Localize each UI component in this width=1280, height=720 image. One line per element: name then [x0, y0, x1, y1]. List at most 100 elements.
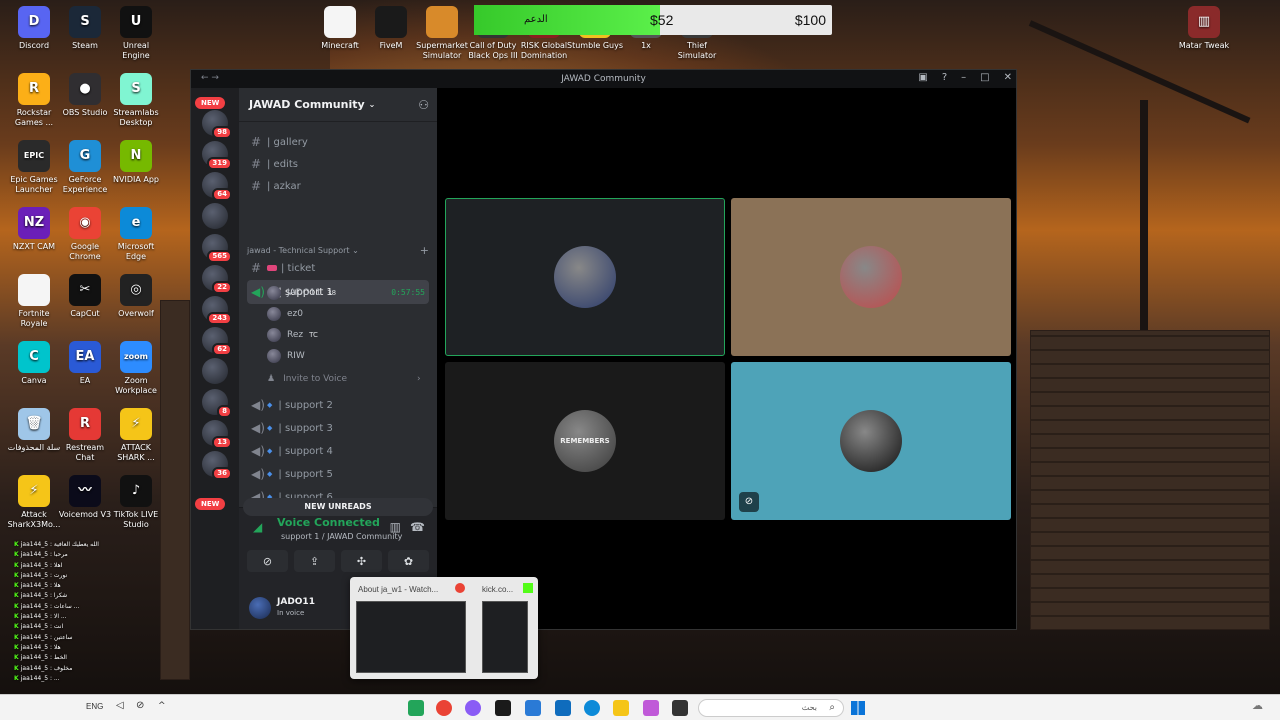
- desktop-game-icon[interactable]: Minecraft: [312, 6, 368, 51]
- desktop-icon[interactable]: ◎ Overwolf: [108, 274, 164, 319]
- tile-3[interactable]: REMEMBERS: [445, 362, 725, 520]
- server-icon[interactable]: 98: [202, 110, 232, 139]
- channel-item[interactable]: # | edits: [247, 154, 429, 174]
- desktop-icon[interactable]: ⚡ Attack SharkX3Mo...: [6, 475, 62, 530]
- discord-taskbar-icon[interactable]: [408, 700, 424, 716]
- server-icon[interactable]: 22: [202, 265, 232, 294]
- new-pill-bottom[interactable]: NEW: [195, 498, 226, 510]
- desktop-icon[interactable]: e Microsoft Edge: [108, 207, 164, 262]
- guild-header[interactable]: JAWAD Community ⌄ ⚇: [239, 88, 437, 122]
- desktop-icon[interactable]: G GeForce Experience: [57, 140, 113, 195]
- new-pill-top[interactable]: NEW: [195, 97, 226, 109]
- voice-user[interactable]: JADO11 38: [267, 284, 336, 302]
- start-button[interactable]: [851, 701, 865, 715]
- disconnect-icon[interactable]: ☎: [410, 520, 425, 534]
- desktop-icon[interactable]: R Restream Chat: [57, 408, 113, 463]
- channel-item[interactable]: # | azkar: [247, 176, 429, 196]
- copilot-taskbar-icon[interactable]: [643, 700, 659, 716]
- desktop-icon-matar-tweak[interactable]: ▥ Matar Tweak: [1176, 6, 1232, 51]
- chrome-taskbar-icon[interactable]: [436, 700, 452, 716]
- invite-people-icon[interactable]: ⚇: [418, 98, 429, 112]
- preview-tab-2-title[interactable]: kick.co...: [482, 585, 513, 594]
- desktop-icon[interactable]: zoom Zoom Workplace: [108, 341, 164, 396]
- explorer-taskbar-icon[interactable]: [613, 700, 629, 716]
- app-icon: G: [69, 140, 101, 172]
- close-button[interactable]: ✕: [1004, 72, 1012, 83]
- minimize-button[interactable]: –: [961, 72, 966, 83]
- noise-suppression-icon[interactable]: ▥: [390, 520, 401, 534]
- soundboard-button[interactable]: ✿: [388, 550, 429, 572]
- channel-item[interactable]: # | gallery: [247, 132, 429, 152]
- desktop-icon[interactable]: ◉ Google Chrome: [57, 207, 113, 262]
- desktop-icon[interactable]: D Discord: [6, 6, 62, 51]
- fivem-taskbar-icon[interactable]: [495, 700, 511, 716]
- desktop-icon[interactable]: C Canva: [6, 341, 62, 386]
- search-box[interactable]: بحث ⌕: [698, 699, 844, 717]
- screen-share-button[interactable]: ⇪: [294, 550, 335, 572]
- preview-tab-1-title[interactable]: About ja_w1 - Watch...: [358, 585, 438, 594]
- inbox-icon[interactable]: ▣: [918, 72, 927, 83]
- network-icon[interactable]: ⊘: [136, 700, 144, 711]
- add-channel-icon[interactable]: +: [420, 244, 429, 257]
- server-icon[interactable]: [202, 203, 228, 229]
- server-icon[interactable]: [202, 358, 228, 384]
- server-icon[interactable]: 319: [202, 141, 232, 170]
- desktop-icon[interactable]: EPIC Epic Games Launcher: [6, 140, 62, 195]
- desktop-icon[interactable]: U Unreal Engine: [108, 6, 164, 61]
- desktop-icon[interactable]: R Rockstar Games ...: [6, 73, 62, 128]
- speaker-icon[interactable]: ◁: [116, 700, 124, 711]
- voice-channel-item[interactable]: ◀) ◆ | support 5: [247, 464, 429, 484]
- server-icon[interactable]: 36: [202, 451, 232, 480]
- server-icon[interactable]: 64: [202, 172, 232, 201]
- voice-channel-item[interactable]: ◀) ◆ | support 3: [247, 418, 429, 438]
- server-icon[interactable]: 13: [202, 420, 232, 449]
- voice-user[interactable]: Rez TC: [267, 326, 318, 344]
- voice-channel-item[interactable]: ◀) ◆ | support 2: [247, 395, 429, 415]
- desktop-icon[interactable]: 🗑 سلة المحذوفات: [6, 408, 62, 453]
- desktop-icon[interactable]: Fortnite Royale: [6, 274, 62, 329]
- avatar[interactable]: [249, 597, 271, 619]
- app-taskbar-icon[interactable]: [465, 700, 481, 716]
- server-icon[interactable]: 565: [202, 234, 232, 263]
- tile-2[interactable]: [731, 198, 1011, 356]
- desktop-icon[interactable]: EA EA: [57, 341, 113, 386]
- tile-4[interactable]: ⊘: [731, 362, 1011, 520]
- desktop-icon[interactable]: ✂ CapCut: [57, 274, 113, 319]
- tile-1[interactable]: [445, 198, 725, 356]
- outlook-taskbar-icon[interactable]: [555, 700, 571, 716]
- desktop-icon[interactable]: ● OBS Studio: [57, 73, 113, 118]
- maximize-button[interactable]: □: [980, 72, 989, 83]
- store-taskbar-icon[interactable]: [525, 700, 541, 716]
- widgets-icon[interactable]: ☁: [1252, 699, 1263, 712]
- new-unreads-button[interactable]: NEW UNREADS: [243, 498, 433, 516]
- desktop-game-icon[interactable]: FiveM: [363, 6, 419, 51]
- server-icon[interactable]: 243: [202, 296, 232, 325]
- desktop-icon[interactable]: S Streamlabs Desktop: [108, 73, 164, 128]
- desktop-icon[interactable]: 〰 Voicemod V3: [57, 475, 113, 520]
- desktop-game-icon[interactable]: Supermarket Simulator: [414, 6, 470, 61]
- help-icon[interactable]: ?: [942, 72, 947, 83]
- desktop-icon[interactable]: NZ NZXT CAM: [6, 207, 62, 252]
- voice-user[interactable]: ez0: [267, 305, 303, 323]
- desktop-icon[interactable]: S Steam: [57, 6, 113, 51]
- channel-ticket[interactable]: # | ticket: [247, 258, 429, 278]
- camera-off-button[interactable]: ⊘: [247, 550, 288, 572]
- voice-channel-item[interactable]: ◀) ◆ | support 4: [247, 441, 429, 461]
- terminal-taskbar-icon[interactable]: [672, 700, 688, 716]
- tray-chevron-icon[interactable]: ^: [158, 701, 166, 711]
- invite-to-voice[interactable]: ♟ Invite to Voice ›: [267, 370, 421, 388]
- category-technical-support[interactable]: jawad - Technical Support ⌄: [247, 246, 359, 255]
- server-icon[interactable]: 8: [202, 389, 232, 418]
- language-indicator[interactable]: ENG: [86, 702, 103, 711]
- preview-thumbnail-2[interactable]: [482, 601, 528, 673]
- desktop-icon[interactable]: ⚡ ATTACK SHARK ...: [108, 408, 164, 463]
- voice-status[interactable]: support 1 / JAWAD Community: [281, 532, 402, 541]
- voice-user[interactable]: RIW: [267, 347, 305, 365]
- server-icon[interactable]: 62: [202, 327, 232, 356]
- activities-button[interactable]: ✣: [341, 550, 382, 572]
- edge-taskbar-icon[interactable]: [584, 700, 600, 716]
- desktop-icon[interactable]: N NVIDIA App: [108, 140, 164, 185]
- desktop-icon[interactable]: ♪ TikTok LIVE Studio: [108, 475, 164, 530]
- voice-connected-label[interactable]: Voice Connected: [277, 516, 380, 529]
- preview-thumbnail-1[interactable]: [356, 601, 466, 673]
